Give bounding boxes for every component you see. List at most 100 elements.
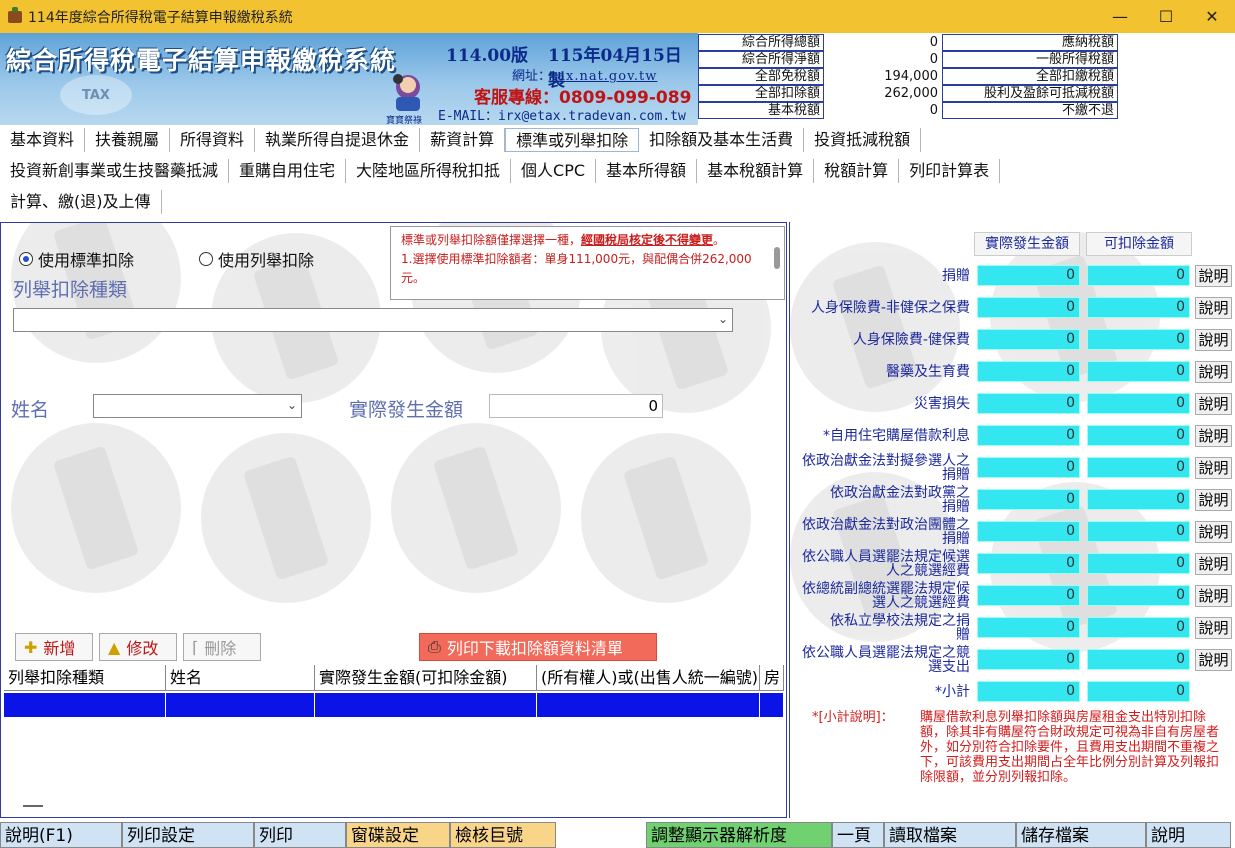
deduction-row: *自用住宅購屋借款利息 0 0 說明 [790, 421, 1235, 451]
grid-cell[interactable] [4, 693, 166, 717]
actual-amount[interactable]: 0 [977, 649, 1080, 670]
grid-cell[interactable] [760, 693, 784, 717]
one-page-button[interactable]: 一頁 [832, 822, 884, 848]
tab-income[interactable]: 所得資料 [170, 128, 256, 152]
deduction-row: 依政治獻金法對政治團體之捐贈 0 0 說明 [790, 517, 1235, 547]
itemized-entry-panel: 使用標準扣除 使用列舉扣除 標準或列舉扣除額僅擇選擇一種，經國稅局核定後不得變更… [0, 222, 787, 818]
radio-dot[interactable] [199, 252, 213, 266]
grid-scroll-indicator[interactable] [23, 805, 43, 807]
disk-settings-button[interactable]: 窗碟設定 [346, 822, 450, 848]
tab-basic-income[interactable]: 基本所得額 [596, 159, 698, 183]
help-button[interactable]: 說明 [1146, 822, 1231, 848]
edit-button[interactable]: ▲ 修改 [99, 633, 177, 661]
explain-button[interactable]: 說明 [1195, 265, 1232, 287]
table-row[interactable] [4, 693, 784, 717]
explain-button[interactable]: 說明 [1195, 553, 1232, 575]
summary-value: 262,000 [884, 86, 938, 101]
adjust-resolution-button[interactable]: 調整顯示器解析度 [646, 822, 832, 848]
actual-amount[interactable]: 0 [977, 585, 1080, 606]
summary-label: 不繳不退 [942, 102, 1118, 119]
grid-col-house[interactable]: 房 [760, 665, 784, 690]
actual-amount[interactable]: 0 [977, 297, 1080, 318]
tab-investment-credit[interactable]: 投資抵減稅額 [804, 128, 922, 152]
actual-amount[interactable]: 0 [977, 265, 1080, 286]
explain-button[interactable]: 說明 [1195, 393, 1232, 415]
amount-input[interactable]: 0 [489, 394, 663, 418]
notice-scrollbar[interactable] [774, 247, 780, 269]
print-button[interactable]: 列印 [254, 822, 346, 848]
explain-button[interactable]: 說明 [1195, 297, 1232, 319]
verify-id-button[interactable]: 檢核巨號 [450, 822, 556, 848]
website-link[interactable]: 網址：tax.nat.gov.tw [512, 65, 657, 84]
summary-label: 全部扣除額 [698, 85, 824, 102]
deductible-amount: 0 [1087, 489, 1190, 510]
tab-tax-calc[interactable]: 稅額計算 [814, 159, 900, 183]
deductible-amount: 0 [1087, 617, 1190, 638]
actual-amount[interactable]: 0 [977, 361, 1080, 382]
email-line: E-MAIL：irx@etax.tradevan.com.tw [438, 109, 686, 124]
actual-amount[interactable]: 0 [977, 521, 1080, 542]
open-file-button[interactable]: 讀取檔案 [884, 822, 1016, 848]
help-f1-button[interactable]: 說明(F1) [0, 822, 122, 848]
toolbar-spacer [556, 822, 646, 848]
print-settings-button[interactable]: 列印設定 [122, 822, 254, 848]
amount-label: 實際發生金額 [349, 399, 464, 421]
add-button[interactable]: ✚ 新增 [15, 633, 93, 661]
explain-button[interactable]: 說明 [1195, 425, 1232, 447]
tab-dependents[interactable]: 扶養親屬 [85, 128, 171, 152]
explain-button[interactable]: 說明 [1195, 329, 1232, 351]
tab-deduction-living[interactable]: 扣除額及基本生活費 [639, 128, 805, 152]
explain-button[interactable]: 說明 [1195, 457, 1232, 479]
grid-cell[interactable] [315, 693, 537, 717]
grid-col-owner[interactable]: (所有權人)或(出售人統一編號) [537, 665, 760, 690]
save-file-button[interactable]: 儲存檔案 [1016, 822, 1146, 848]
actual-amount[interactable]: 0 [977, 617, 1080, 638]
tab-salary[interactable]: 薪資計算 [420, 128, 506, 152]
actual-amount[interactable]: 0 [977, 329, 1080, 350]
tab-rebuy-home[interactable]: 重購自用住宅 [229, 159, 347, 183]
actual-amount[interactable]: 0 [977, 553, 1080, 574]
tab-basic-info[interactable]: 基本資料 [0, 128, 86, 152]
grid-col-amount[interactable]: 實際發生金額(可扣除金額) [315, 665, 537, 690]
tab-calc-pay-upload[interactable]: 計算、繳(退)及上傳 [0, 190, 162, 214]
maximize-button[interactable]: ☐ [1143, 0, 1189, 33]
actual-amount[interactable]: 0 [977, 393, 1080, 414]
tab-basic-tax-calc[interactable]: 基本稅額計算 [697, 159, 815, 183]
tab-pension[interactable]: 執業所得自提退休金 [255, 128, 421, 152]
mascot-label: 寶寶祭祿 [386, 116, 423, 125]
print-deduction-list-button[interactable]: ⎙ 列印下載扣除額資料清單 [419, 633, 657, 661]
grid-col-type[interactable]: 列舉扣除種類 [4, 665, 166, 690]
delete-button[interactable]: ⌈ 刪除 [183, 633, 261, 661]
summary-label: 一般所得稅額 [942, 51, 1118, 68]
tab-print-calc[interactable]: 列印計算表 [899, 159, 1001, 183]
actual-amount[interactable]: 0 [977, 489, 1080, 510]
radio-itemized-deduction[interactable]: 使用列舉扣除 [199, 247, 314, 271]
radio-standard-deduction[interactable]: 使用標準扣除 [19, 247, 134, 271]
summary-label: 綜合所得淨額 [698, 51, 824, 68]
explain-button[interactable]: 說明 [1195, 617, 1232, 639]
explain-button[interactable]: 說明 [1195, 585, 1232, 607]
minimize-button[interactable]: — [1097, 0, 1143, 33]
tab-startup-investment[interactable]: 投資新創事業或生技醫藥抵減 [0, 159, 230, 183]
tab-mainland-tax[interactable]: 大陸地區所得稅扣抵 [346, 159, 512, 183]
actual-amount[interactable]: 0 [977, 457, 1080, 478]
tab-deduction[interactable]: 標準或列舉扣除 [505, 128, 640, 152]
radio-dot[interactable] [19, 252, 33, 266]
close-button[interactable]: ✕ [1189, 0, 1235, 33]
tab-cpc[interactable]: 個人CPC [511, 159, 597, 183]
itemized-type-select[interactable]: ⌄ [13, 308, 733, 332]
deductible-amount: 0 [1087, 393, 1190, 414]
actual-amount[interactable]: 0 [977, 425, 1080, 446]
name-label: 姓名 [11, 399, 50, 421]
explain-button[interactable]: 說明 [1195, 649, 1232, 671]
explain-button[interactable]: 說明 [1195, 489, 1232, 511]
explain-button[interactable]: 說明 [1195, 361, 1232, 383]
deductible-amount: 0 [1087, 649, 1190, 670]
watermark [201, 433, 371, 603]
name-select[interactable]: ⌄ [93, 394, 302, 418]
grid-col-name[interactable]: 姓名 [166, 665, 315, 690]
grid-cell[interactable] [166, 693, 315, 717]
summary-value: 0 [929, 103, 938, 118]
explain-button[interactable]: 說明 [1195, 521, 1232, 543]
grid-cell[interactable] [537, 693, 760, 717]
